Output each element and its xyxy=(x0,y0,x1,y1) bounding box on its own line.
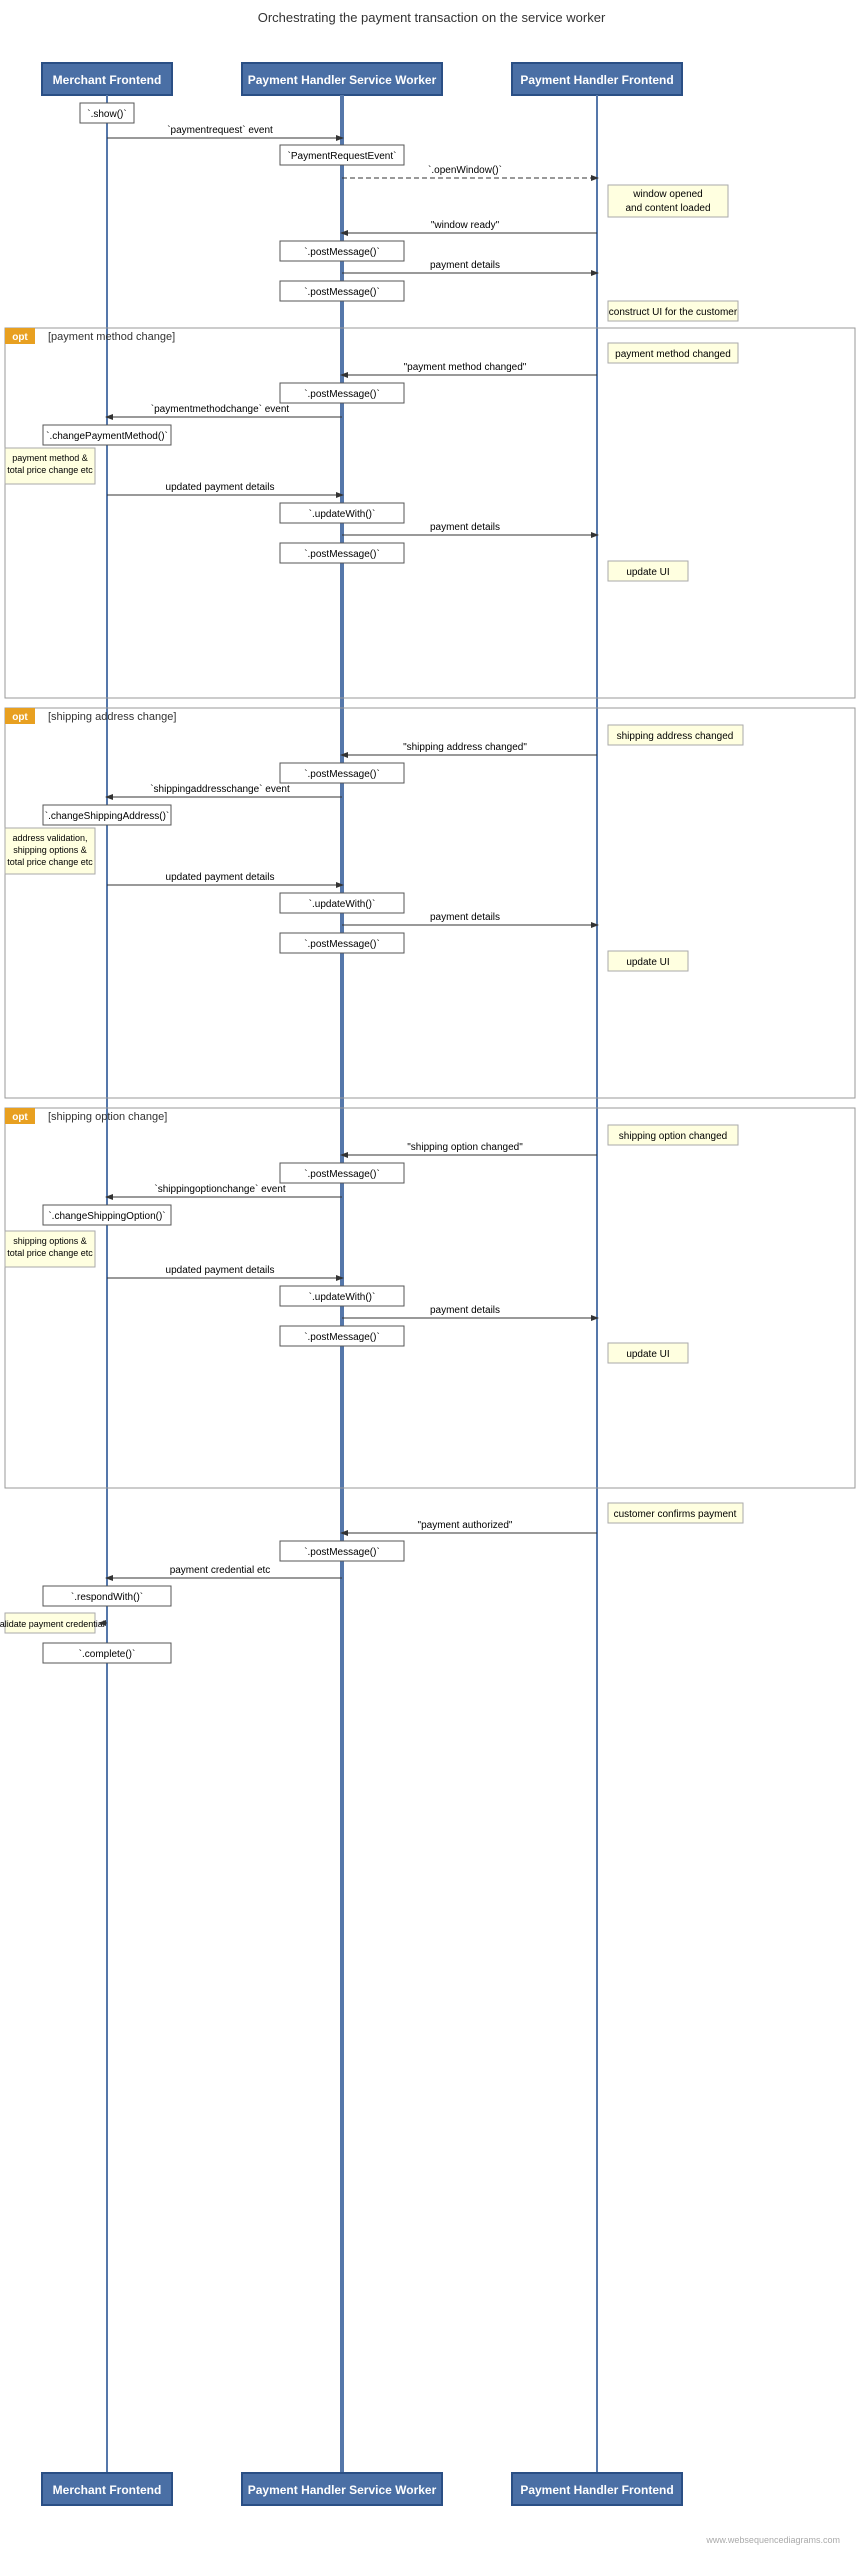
payment-details2-label: payment details xyxy=(430,522,500,533)
postMessage3-label: `.postMessage()` xyxy=(304,388,380,400)
postMessage2-label: `.postMessage()` xyxy=(304,286,380,298)
participant-merchant-bottom: Merchant Frontend xyxy=(53,2483,162,2497)
openWindow-label: `.openWindow()` xyxy=(428,164,502,176)
pm-total-note-line1: payment method & xyxy=(12,453,88,463)
updated-pd3-label: updated payment details xyxy=(166,1265,275,1276)
addr-validation-line2: shipping options & xyxy=(13,845,87,855)
diagram-container: Orchestrating the payment transaction on… xyxy=(0,0,863,2552)
opt3-badge: opt xyxy=(12,1112,28,1123)
complete-label: `.complete()` xyxy=(79,1648,136,1660)
paymentmethodchange-event-label: `paymentmethodchange` event xyxy=(151,403,290,415)
paymentrequest-event-label: `paymentrequest` event xyxy=(167,124,273,136)
respondWith-label: `.respondWith()` xyxy=(71,1591,143,1603)
validate-payment-label: validate payment credential xyxy=(0,1619,105,1629)
update-ui1-label: update UI xyxy=(626,567,669,578)
watermark: www.websequencediagrams.com xyxy=(705,2535,840,2545)
shipping-opts-line1: shipping options & xyxy=(13,1236,87,1246)
postMessage4-label: `.postMessage()` xyxy=(304,548,380,560)
customer-confirms-label: customer confirms payment xyxy=(614,1509,737,1520)
postMessage7-label: `.postMessage()` xyxy=(304,1168,380,1180)
shippingaddresschange-label: `shippingaddresschange` event xyxy=(150,783,290,795)
opt2-label: [shipping address change] xyxy=(48,711,176,723)
window-opened-line1: window opened xyxy=(632,189,703,200)
construct-ui-label: construct UI for the customer xyxy=(609,307,738,318)
postMessage8-label: `.postMessage()` xyxy=(304,1331,380,1343)
changeShippingOption-label: `.changeShippingOption()` xyxy=(48,1210,165,1222)
opt3-label: [shipping option change] xyxy=(48,1111,167,1123)
window-ready-label: "window ready" xyxy=(431,220,500,231)
updated-pd1-label: updated payment details xyxy=(166,482,275,493)
updated-pd2-label: updated payment details xyxy=(166,872,275,883)
addr-validation-line3: total price change etc xyxy=(7,857,93,867)
payment-details1-label: payment details xyxy=(430,260,500,271)
shipping-addr-changed-note: shipping address changed xyxy=(617,731,734,742)
participant-merchant-top: Merchant Frontend xyxy=(53,73,162,87)
shipping-opts-line2: total price change etc xyxy=(7,1248,93,1258)
postMessage9-label: `.postMessage()` xyxy=(304,1546,380,1558)
shipping-opt-changed-msg: "shipping option changed" xyxy=(407,1142,523,1153)
shipping-opt-changed-note: shipping option changed xyxy=(619,1131,727,1142)
updateWith3-label: `.updateWith()` xyxy=(309,1291,376,1303)
sequence-diagram: Merchant Frontend Payment Handler Servic… xyxy=(0,33,863,2552)
participant-sw-top: Payment Handler Service Worker xyxy=(248,73,437,87)
postMessage6-label: `.postMessage()` xyxy=(304,938,380,950)
participant-sw-bottom: Payment Handler Service Worker xyxy=(248,2483,437,2497)
shipping-addr-changed-msg: "shipping address changed" xyxy=(403,742,527,753)
window-opened-line2: and content loaded xyxy=(625,203,710,214)
update-ui3-label: update UI xyxy=(626,1349,669,1360)
updateWith2-label: `.updateWith()` xyxy=(309,898,376,910)
postMessage1-label: `.postMessage()` xyxy=(304,246,380,258)
update-ui2-label: update UI xyxy=(626,957,669,968)
updateWith1-label: `.updateWith()` xyxy=(309,508,376,520)
payment-credential-label: payment credential etc xyxy=(170,1565,271,1576)
postMessage5-label: `.postMessage()` xyxy=(304,768,380,780)
participant-frontend-bottom: Payment Handler Frontend xyxy=(520,2483,673,2497)
pm-changed-note: payment method changed xyxy=(615,349,731,360)
payment-details3-label: payment details xyxy=(430,912,500,923)
participant-frontend-top: Payment Handler Frontend xyxy=(520,73,673,87)
changePaymentMethod-label: `.changePaymentMethod()` xyxy=(46,430,168,442)
opt2-badge: opt xyxy=(12,712,28,723)
shippingoptionchange-label: `shippingoptionchange` event xyxy=(154,1183,285,1195)
opt1-badge: opt xyxy=(12,332,28,343)
changeShippingAddress-label: `.changeShippingAddress()` xyxy=(45,810,170,822)
opt1-label: [payment method change] xyxy=(48,331,175,343)
pm-total-note-line2: total price change etc xyxy=(7,465,93,475)
payment-details4-label: payment details xyxy=(430,1305,500,1316)
payment-authorized-label: "payment authorized" xyxy=(418,1520,513,1531)
show-label: `.show()` xyxy=(87,108,126,120)
addr-validation-line1: address validation, xyxy=(12,833,87,843)
pm-changed-msg: "payment method changed" xyxy=(404,362,527,373)
PaymentRequestEvent-label: `PaymentRequestEvent` xyxy=(288,150,397,162)
diagram-title: Orchestrating the payment transaction on… xyxy=(0,0,863,33)
